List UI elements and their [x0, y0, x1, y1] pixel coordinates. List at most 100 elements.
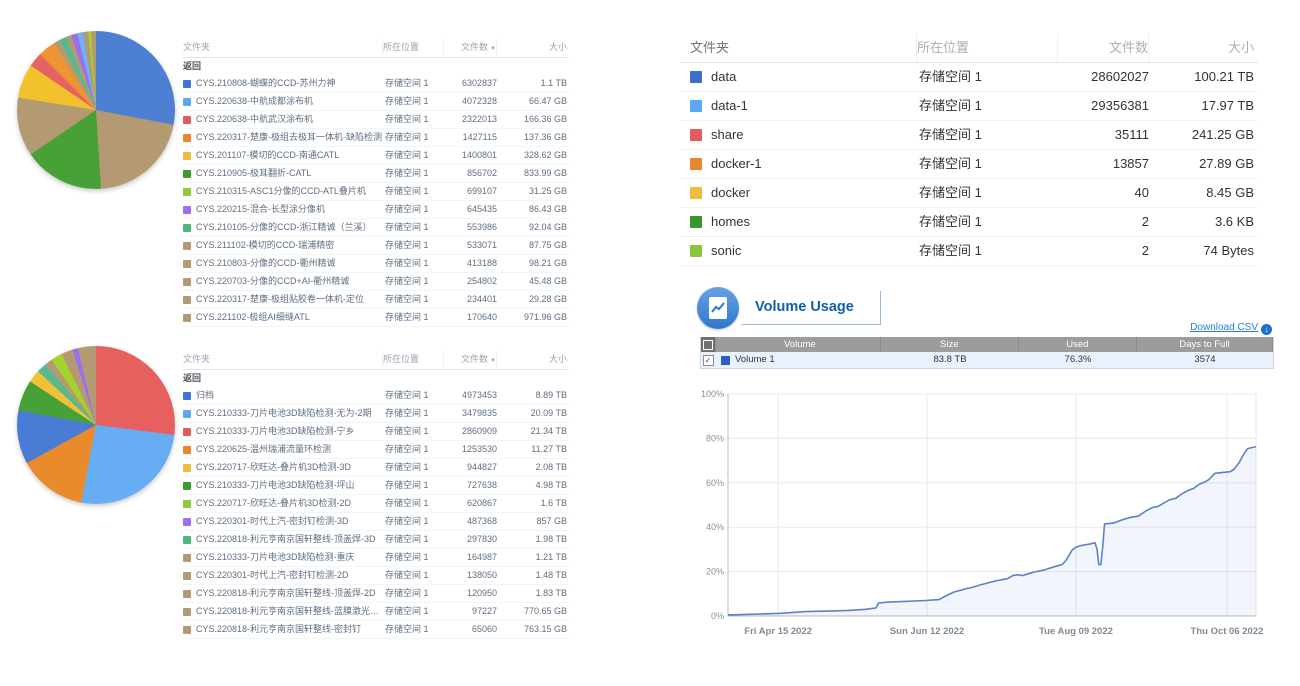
download-icon[interactable]: ↓	[1261, 324, 1272, 335]
shared-folder-row[interactable]: docker-1存储空间 11385727.89 GB	[680, 150, 1258, 179]
column-header-location[interactable]: 所在位置	[383, 38, 444, 57]
folder-location: 存储空间 1	[385, 255, 445, 272]
legend-swatch	[183, 152, 191, 160]
folder-row[interactable]: 归档存储空间 149734538.89 TB	[183, 387, 569, 405]
folder-row[interactable]: CYS.220818-利元亨南京国轩整线-密封钉存储空间 165060763.1…	[183, 621, 569, 639]
download-csv-link[interactable]: Download CSV	[1190, 322, 1258, 333]
folder-row[interactable]: CYS.220818-利元亨南京国轩整线-顶盖焊-3D存储空间 12978301…	[183, 531, 569, 549]
column-header-volume[interactable]: Volume	[716, 337, 881, 352]
column-header-folder[interactable]: 文件夹	[680, 33, 917, 62]
folder-row[interactable]: CYS.220703-分像的CCD+AI-衢州精诚存储空间 125480245.…	[183, 273, 569, 291]
row-checkbox[interactable]: ✓	[703, 355, 714, 366]
folder-row[interactable]: CYS.220717-欣旺达-叠片机3D检测-3D存储空间 19448272.0…	[183, 459, 569, 477]
folder-location: 存储空间 1	[919, 121, 1059, 149]
column-header-size[interactable]: 大小	[1149, 33, 1258, 62]
folder-size: 31.25 GB	[497, 183, 569, 200]
folder-name: CYS.220625-温州瑞浦流量环检测	[196, 441, 331, 458]
folder-location: 存储空间 1	[385, 441, 445, 458]
select-all-checkbox[interactable]	[701, 337, 716, 352]
column-header-folder[interactable]: 文件夹	[183, 350, 383, 369]
column-header-size[interactable]: Size	[881, 337, 1019, 352]
back-link[interactable]: 返回	[183, 58, 569, 75]
folder-row[interactable]: CYS.220638-中航成都涂布机存储空间 1407232866.47 GB	[183, 93, 569, 111]
volume-row[interactable]: ✓ Volume 1 83.8 TB 76.3% 3574	[701, 352, 1273, 368]
table-body: CYS.210808-蝴蝶的CCD-苏州力神存储空间 163028371.1 T…	[183, 75, 569, 327]
folder-row[interactable]: CYS.220717-欣旺达-叠片机3D检测-2D存储空间 16208671.6…	[183, 495, 569, 513]
folder-location: 存储空间 1	[385, 183, 445, 200]
folder-row[interactable]: CYS.210105-分像的CCD-浙江精诚（兰溪）存储空间 155398692…	[183, 219, 569, 237]
column-header-count[interactable]: 文件数▼	[444, 350, 497, 369]
folder-location: 存储空间 1	[919, 92, 1059, 120]
folder-file-count: 856702	[445, 165, 497, 182]
volume-used: 76.3%	[1019, 352, 1137, 368]
shared-folder-row[interactable]: docker存储空间 1408.45 GB	[680, 179, 1258, 208]
column-header-used[interactable]: Used	[1019, 337, 1137, 352]
shared-folder-row[interactable]: homes存储空间 123.6 KB	[680, 208, 1258, 237]
shared-folder-row[interactable]: share存储空间 135111241.25 GB	[680, 121, 1258, 150]
folder-row[interactable]: CYS.220818-利元亨南京国轩整线-顶盖焊-2D存储空间 11209501…	[183, 585, 569, 603]
folder-row[interactable]: CYS.210333-刀片电池3D缺陷检测-无为-2期存储空间 13479835…	[183, 405, 569, 423]
legend-swatch	[183, 170, 191, 178]
table-header: Volume Size Used Days to Full	[701, 337, 1273, 352]
folder-row[interactable]: CYS.211102-模切的CCD-瑞浦精密存储空间 153307187.75 …	[183, 237, 569, 255]
legend-swatch	[690, 158, 702, 170]
table-body: data存储空间 128602027100.21 TBdata-1存储空间 12…	[680, 63, 1258, 266]
folder-size: 770.65 GB	[497, 603, 569, 620]
pie-chart-bottom	[17, 346, 175, 504]
folder-row[interactable]: CYS.220818-利元亨南京国轩整线-蓝膜激光焊后-检测存储空间 19722…	[183, 603, 569, 621]
legend-swatch	[183, 188, 191, 196]
shared-folder-row[interactable]: data-1存储空间 12935638117.97 TB	[680, 92, 1258, 121]
folder-name: CYS.220818-利元亨南京国轩整线-顶盖焊-2D	[196, 585, 376, 602]
legend-swatch	[183, 260, 191, 268]
folder-file-count: 2	[1059, 208, 1149, 236]
folder-row[interactable]: CYS.220638-中航武汉涂布机存储空间 12322013166.36 GB	[183, 111, 569, 129]
folder-name: CYS.211102-模切的CCD-瑞浦精密	[196, 237, 334, 254]
column-header-folder[interactable]: 文件夹	[183, 38, 383, 57]
legend-swatch	[183, 518, 191, 526]
folder-row[interactable]: CYS.201107-模切的CCD-南通CATL存储空间 11400801328…	[183, 147, 569, 165]
folder-row[interactable]: CYS.210333-刀片电池3D缺陷检测-坪山存储空间 17276384.98…	[183, 477, 569, 495]
column-header-days-to-full[interactable]: Days to Full	[1137, 337, 1273, 352]
back-link[interactable]: 返回	[183, 370, 569, 387]
folder-row[interactable]: CYS.210905-极耳翻折-CATL存储空间 1856702833.99 G…	[183, 165, 569, 183]
column-header-size[interactable]: 大小	[497, 38, 569, 57]
folder-row[interactable]: CYS.210315-ASC1分像的CCD-ATL叠片机存储空间 1699107…	[183, 183, 569, 201]
legend-swatch	[183, 134, 191, 142]
legend-swatch	[183, 608, 191, 616]
column-header-count[interactable]: 文件数	[1058, 33, 1149, 62]
folder-row[interactable]: CYS.220625-温州瑞浦流量环检测存储空间 1125353011.27 T…	[183, 441, 569, 459]
folder-file-count: 28602027	[1059, 63, 1149, 91]
folder-size: 92.04 GB	[497, 219, 569, 236]
folder-file-count: 1253530	[445, 441, 497, 458]
folder-location: 存储空间 1	[919, 237, 1059, 265]
column-header-size[interactable]: 大小	[497, 350, 569, 369]
column-header-location[interactable]: 所在位置	[917, 33, 1058, 62]
folder-size: 8.45 GB	[1149, 179, 1258, 207]
folder-file-count: 297830	[445, 531, 497, 548]
folder-row[interactable]: CYS.220317-楚康-极组去极耳一体机-缺陷检测存储空间 11427115…	[183, 129, 569, 147]
folder-file-count: 1400801	[445, 147, 497, 164]
folder-row[interactable]: CYS.210808-蝴蝶的CCD-苏州力神存储空间 163028371.1 T…	[183, 75, 569, 93]
folder-file-count: 29356381	[1059, 92, 1149, 120]
folder-row[interactable]: CYS.210333-刀片电池3D缺陷检测-宁乡存储空间 1286090921.…	[183, 423, 569, 441]
folder-location: 存储空间 1	[385, 423, 445, 440]
svg-text:Fri Apr 15 2022: Fri Apr 15 2022	[744, 626, 812, 637]
folder-size: 21.34 TB	[497, 423, 569, 440]
shared-folder-row[interactable]: sonic存储空间 1274 Bytes	[680, 237, 1258, 266]
column-header-count[interactable]: 文件数▼	[444, 38, 497, 57]
folder-row[interactable]: CYS.220215-混合-长型涂分像机存储空间 164543586.43 GB	[183, 201, 569, 219]
legend-swatch	[183, 500, 191, 508]
folder-row[interactable]: CYS.210803-分像的CCD-衢州精诚存储空间 141318898.21 …	[183, 255, 569, 273]
folder-file-count: 3479835	[445, 405, 497, 422]
folder-location: 存储空间 1	[385, 237, 445, 254]
folder-row[interactable]: CYS.221102-极组AI细缝ATL存储空间 1170640971.96 G…	[183, 309, 569, 327]
legend-swatch	[183, 116, 191, 124]
folder-row[interactable]: CYS.210333-刀片电池3D缺陷检测-重庆存储空间 11649871.21…	[183, 549, 569, 567]
folder-file-count: 727638	[445, 477, 497, 494]
folder-row[interactable]: CYS.220301-时代上汽-密封钉检测-2D存储空间 11380501.48…	[183, 567, 569, 585]
folder-row[interactable]: CYS.220301-时代上汽-密封钉检测-3D存储空间 1487368857 …	[183, 513, 569, 531]
folder-row[interactable]: CYS.220317-楚康-极组贴胶卷一体机-定位存储空间 123440129.…	[183, 291, 569, 309]
column-header-location[interactable]: 所在位置	[383, 350, 444, 369]
folder-name: CYS.220818-利元亨南京国轩整线-蓝膜激光焊后-检测	[196, 603, 385, 620]
shared-folder-row[interactable]: data存储空间 128602027100.21 TB	[680, 63, 1258, 92]
